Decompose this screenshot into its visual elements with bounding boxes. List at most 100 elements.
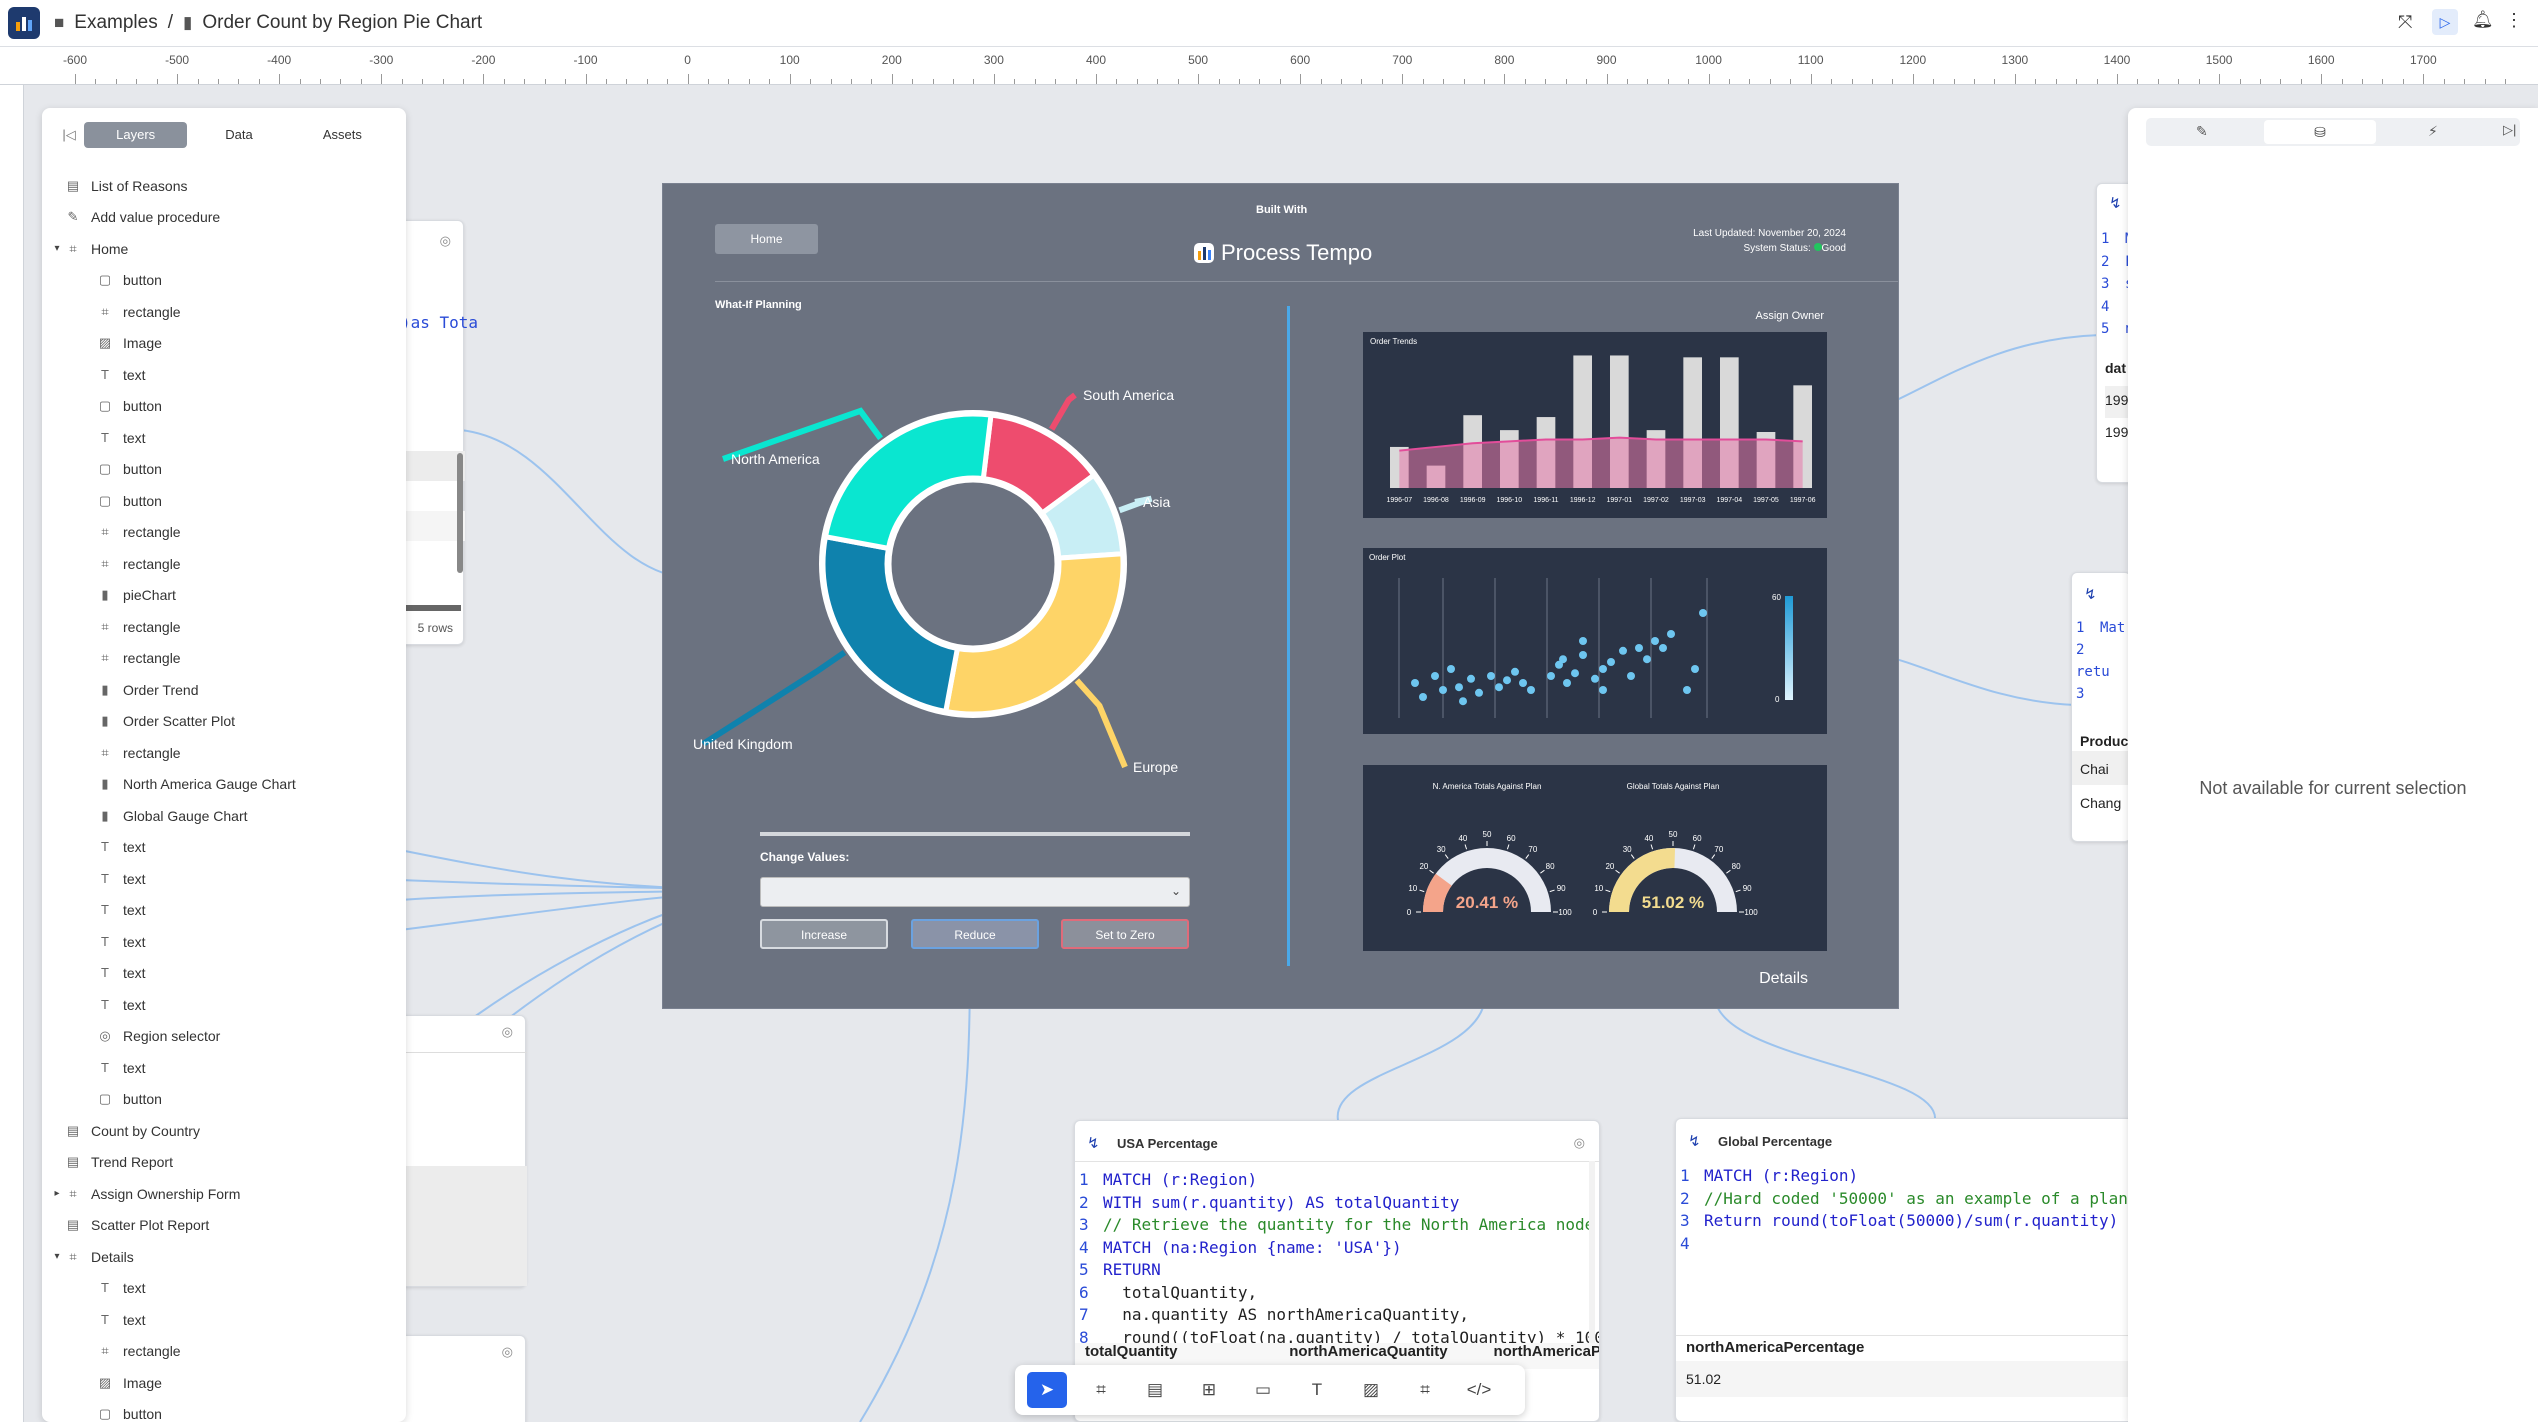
gauge-tick-label: 20 (1419, 862, 1428, 871)
layer-item[interactable]: Ttext (42, 958, 406, 990)
database-icon[interactable]: ⛁ (2264, 120, 2376, 144)
layer-item[interactable]: ▢ button (42, 391, 406, 423)
layer-label: text (123, 996, 146, 1013)
tab-assets[interactable]: Assets (291, 122, 394, 148)
tab-data[interactable]: Data (187, 122, 290, 148)
expand-arrow-icon[interactable]: ▾ (50, 1251, 64, 1262)
layer-item[interactable]: ▮ Order Scatter Plot (42, 706, 406, 738)
code-line: 3 Return round(toFloat(50000)/sum(r.quant… (1680, 1210, 2134, 1233)
settings-icon[interactable]: ◎ (440, 233, 451, 249)
layer-item[interactable]: ▢ button (42, 1084, 406, 1116)
details-link[interactable]: Details (1759, 970, 1808, 988)
layer-item[interactable]: Ttext (42, 863, 406, 895)
layer-item[interactable]: ▤ Scatter Plot Report (42, 1210, 406, 1242)
layer-item[interactable]: Ttext (42, 359, 406, 391)
layer-item[interactable]: Ttext (42, 1052, 406, 1084)
layer-item[interactable]: Ttext (42, 989, 406, 1021)
layer-item[interactable]: ◎ Region selector (42, 1021, 406, 1053)
layer-item[interactable]: ⌗ rectangle (42, 548, 406, 580)
layer-item[interactable]: ✎ Add value procedure (42, 202, 406, 234)
layer-item[interactable]: Ttext (42, 926, 406, 958)
layer-item[interactable]: ▢ button (42, 265, 406, 297)
input-tool-icon[interactable]: ▭ (1243, 1372, 1283, 1408)
set-to-zero-button[interactable]: Set to Zero (1061, 919, 1189, 949)
layer-item[interactable]: ▤ List of Reasons (42, 170, 406, 202)
expand-arrow-icon[interactable]: ▾ (50, 243, 64, 254)
layer-item[interactable]: ▾ ⌗ Home (42, 233, 406, 265)
layer-label: Region selector (123, 1028, 221, 1045)
code-editor[interactable]: 1 MATCH (r:Region) 2 //Hard coded '50000' a… (1680, 1165, 2134, 1255)
brush-icon[interactable]: ✎ (2196, 123, 2208, 140)
report-card-right-2[interactable]: ↯ 1 Mat 2retu 3 Produc Chai Chang (2071, 572, 2131, 842)
layer-item[interactable]: ▢ button (42, 454, 406, 486)
image-tool-icon[interactable]: ▨ (1351, 1372, 1391, 1408)
canvas-page-home[interactable]: Home Built With Process Tempo Last Updat… (662, 183, 1899, 1009)
grid-tool-icon[interactable]: ⊞ (1189, 1372, 1229, 1408)
region-selector-dropdown[interactable]: ⌄ (760, 877, 1190, 907)
layer-item[interactable]: ⌗ rectangle (42, 296, 406, 328)
layer-item[interactable]: Ttext (42, 1304, 406, 1336)
col-header: dat (2105, 360, 2126, 376)
frame-tool-icon[interactable]: ⌗ (1081, 1372, 1121, 1408)
scatter-point (1591, 674, 1599, 683)
layer-item[interactable]: ▸ ⌗ Assign Ownership Form (42, 1178, 406, 1210)
bolt-icon[interactable]: ⚡︎ (2428, 123, 2438, 140)
layer-item[interactable]: ⌗ rectangle (42, 517, 406, 549)
global-percentage-card[interactable]: ↯ Global Percentage 1 MATCH (r:Region) 2 //… (1675, 1118, 2135, 1422)
layer-item[interactable]: ▢ button (42, 1399, 406, 1422)
layer-item[interactable]: ▨ Image (42, 328, 406, 360)
select-tool-icon[interactable]: ➤ (1027, 1372, 1067, 1408)
layer-item[interactable]: ⌗ rectangle (42, 643, 406, 675)
gauge-tick-label: 70 (1528, 845, 1537, 854)
layer-label: text (123, 429, 146, 446)
scatter-point (1511, 667, 1519, 676)
layer-item[interactable]: ▤ Trend Report (42, 1147, 406, 1179)
trend-x-tick: 1996-08 (1423, 497, 1449, 504)
scrollbar[interactable] (1589, 1161, 1595, 1361)
settings-icon[interactable]: ◎ (1574, 1135, 1585, 1151)
layer-item[interactable]: ▤ Count by Country (42, 1115, 406, 1147)
layer-item[interactable]: ▮ Order Trend (42, 674, 406, 706)
layer-item[interactable]: ▢ button (42, 485, 406, 517)
code-line: 1 MATCH (r:Region) (1680, 1165, 2134, 1188)
layer-label: text (123, 1280, 146, 1297)
layer-item[interactable]: Ttext (42, 1273, 406, 1305)
layer-item[interactable]: ▮ North America Gauge Chart (42, 769, 406, 801)
pie-label: South America (1083, 387, 1174, 403)
layer-item[interactable]: ⌗ rectangle (42, 611, 406, 643)
code-tool-icon[interactable]: </> (1459, 1372, 1499, 1408)
chart-icon: ▮ (101, 681, 109, 697)
layer-tree: ▤ List of Reasons ✎ Add value procedure ▾ ⌗ Ho… (42, 170, 406, 1422)
layer-item[interactable]: Ttext (42, 422, 406, 454)
layer-item[interactable]: ⌗ rectangle (42, 737, 406, 769)
tab-layers[interactable]: Layers (84, 122, 188, 148)
code-editor[interactable]: 1 MATCH (r:Region) 2 WITH sum(r.quantity) A… (1079, 1169, 1599, 1349)
increase-button[interactable]: Increase (760, 919, 888, 949)
gauge-title: Global Totals Against Plan (1627, 782, 1720, 791)
text-icon: T (101, 1311, 109, 1327)
gauge-tick-label: 30 (1437, 845, 1446, 854)
gauge-value: 20.41 % (1456, 893, 1518, 912)
layer-item[interactable]: ⌗ rectangle (42, 1336, 406, 1368)
collapse-panel-icon[interactable]: |◁ (54, 122, 84, 148)
layer-item[interactable]: ▮ Global Gauge Chart (42, 800, 406, 832)
container-tool-icon[interactable]: ⌗ (1405, 1372, 1445, 1408)
expand-arrow-icon[interactable]: ▸ (50, 1188, 64, 1199)
layer-item[interactable]: Ttext (42, 895, 406, 927)
assign-owner-link[interactable]: Assign Owner (1756, 310, 1824, 322)
code-line: 3 // Retrieve the quantity for the North … (1079, 1214, 1599, 1237)
layer-item[interactable]: Ttext (42, 832, 406, 864)
layer-label: text (123, 366, 146, 383)
button-icon: ▢ (98, 1406, 112, 1422)
layer-item[interactable]: ▮ pieChart (42, 580, 406, 612)
text-tool-icon[interactable]: T (1297, 1372, 1337, 1408)
scrollbar[interactable] (457, 453, 463, 573)
layer-item[interactable]: ▾ ⌗ Details (42, 1241, 406, 1273)
scatter-point (1643, 655, 1651, 664)
home-button[interactable]: Home (715, 224, 818, 254)
layer-label: text (123, 870, 146, 887)
layer-item[interactable]: ▨ Image (42, 1367, 406, 1399)
reduce-button[interactable]: Reduce (911, 919, 1039, 949)
collapse-right-icon[interactable]: ▷| (2503, 122, 2516, 138)
table-tool-icon[interactable]: ▤ (1135, 1372, 1175, 1408)
